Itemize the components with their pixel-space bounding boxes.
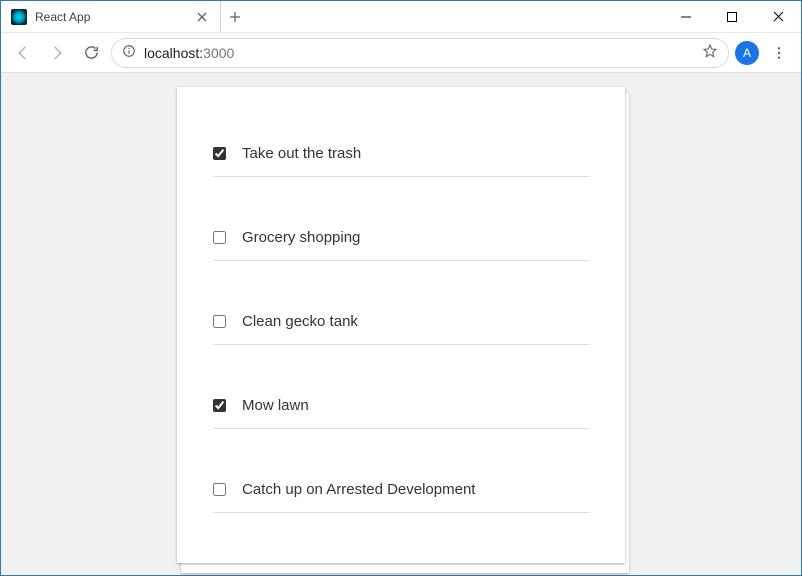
todo-label: Take out the trash	[242, 145, 361, 162]
menu-button[interactable]	[765, 39, 793, 67]
todo-label: Grocery shopping	[242, 229, 360, 246]
todo-checkbox[interactable]	[213, 399, 226, 412]
todo-label: Mow lawn	[242, 397, 309, 414]
titlebar: React App	[1, 1, 801, 33]
close-tab-icon[interactable]	[196, 11, 208, 23]
todo-row: Catch up on Arrested Development	[213, 471, 589, 513]
minimize-button[interactable]	[663, 1, 709, 32]
url-text: localhost:3000	[144, 45, 694, 61]
todo-checkbox[interactable]	[213, 231, 226, 244]
todo-row: Take out the trash	[213, 135, 589, 177]
address-bar[interactable]: localhost:3000	[111, 38, 729, 68]
browser-toolbar: localhost:3000 A	[1, 33, 801, 73]
reload-button[interactable]	[77, 39, 105, 67]
profile-avatar[interactable]: A	[735, 41, 759, 65]
todo-checkbox[interactable]	[213, 315, 226, 328]
todo-label: Clean gecko tank	[242, 313, 358, 330]
react-favicon	[11, 9, 27, 25]
window-controls	[663, 1, 801, 32]
maximize-button[interactable]	[709, 1, 755, 32]
browser-tab[interactable]: React App	[1, 1, 221, 32]
tab-title: React App	[35, 10, 188, 24]
new-tab-button[interactable]	[221, 1, 249, 32]
bookmark-star-icon[interactable]	[702, 43, 718, 62]
close-window-button[interactable]	[755, 1, 801, 32]
todo-row: Mow lawn	[213, 387, 589, 429]
todo-checkbox[interactable]	[213, 147, 226, 160]
page-viewport: Take out the trash Grocery shopping Clean …	[1, 73, 801, 575]
forward-button[interactable]	[43, 39, 71, 67]
avatar-initial: A	[743, 46, 751, 60]
todo-label: Catch up on Arrested Development	[242, 481, 475, 498]
back-button[interactable]	[9, 39, 37, 67]
todo-row: Clean gecko tank	[213, 303, 589, 345]
site-info-icon[interactable]	[122, 44, 136, 61]
todo-row: Grocery shopping	[213, 219, 589, 261]
todo-checkbox[interactable]	[213, 483, 226, 496]
todo-card: Take out the trash Grocery shopping Clean …	[177, 87, 625, 563]
